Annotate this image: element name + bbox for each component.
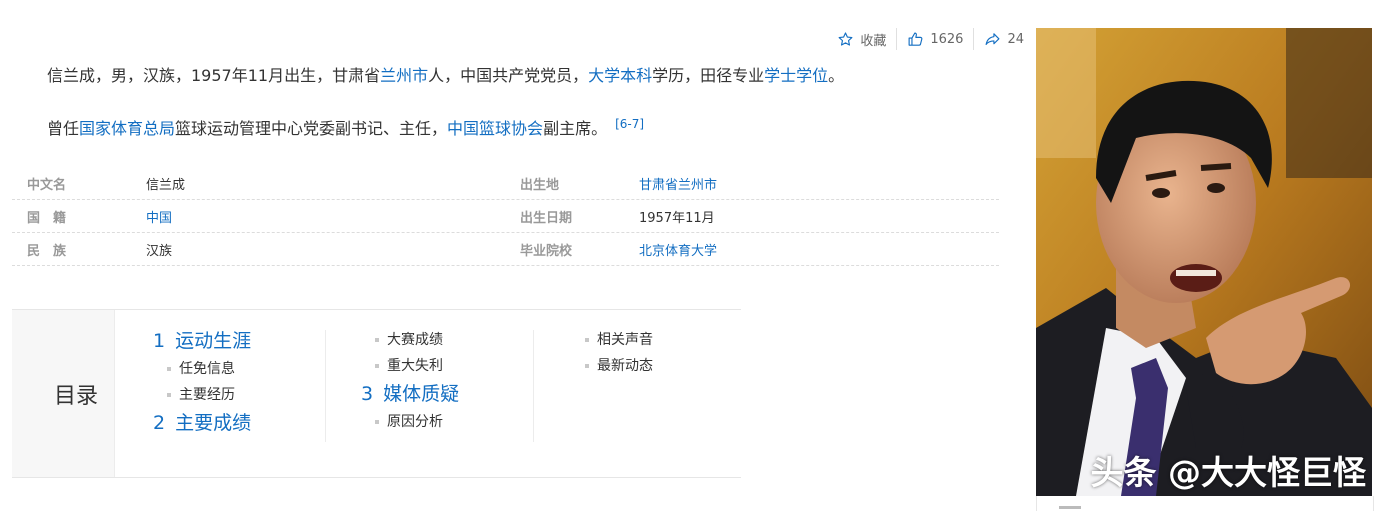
toc-header: 目录	[12, 310, 115, 477]
divider	[896, 28, 898, 50]
summary-text: 篮球运动管理中心党委副书记、主任，	[175, 119, 448, 138]
toc-subitem-label: 相关声音	[597, 332, 653, 348]
toc-title: 目录	[53, 383, 98, 409]
toc-subitem[interactable]: 大赛成绩	[361, 327, 459, 353]
summary-text: 曾任	[47, 119, 80, 138]
summary-text: 学历，田径专业	[652, 66, 765, 85]
toc-section-number: 3	[361, 383, 374, 405]
like-count: 1626	[930, 31, 964, 47]
bullet-icon	[167, 393, 171, 397]
toc-section-number: 2	[153, 412, 166, 434]
toc-subitem[interactable]: 原因分析	[361, 409, 459, 435]
star-icon	[838, 31, 853, 46]
reference-link[interactable]: [6-7]	[615, 117, 644, 131]
bullet-icon	[375, 338, 379, 342]
lemma-summary: 信兰成，男，汉族，1957年11月出生，甘肃省兰州市人，中国共产党党员，大学本科…	[47, 62, 987, 143]
info-row: 中文名 信兰成 出生地 甘肃省兰州市	[12, 167, 999, 200]
toc-subitem-label: 最新动态	[597, 358, 653, 374]
link-chinese-basketball-association[interactable]: 中国篮球协会	[447, 119, 543, 138]
summary-paragraph-2: 曾任国家体育总局篮球运动管理中心党委副书记、主任，中国篮球协会副主席。 [6-7]	[47, 110, 987, 143]
summary-text: 人，中国共产党党员，	[428, 66, 589, 85]
toc-subitem-label: 原因分析	[387, 414, 443, 430]
summary-text: 副主席。	[543, 119, 608, 138]
info-key: 出生日期	[520, 210, 573, 226]
bullet-icon	[167, 367, 171, 371]
toc-subitem[interactable]: 主要经历	[153, 382, 251, 408]
link-lanzhou[interactable]: 兰州市	[380, 66, 428, 85]
link-bachelor-degree-education[interactable]: 大学本科	[588, 66, 652, 85]
info-value-link[interactable]: 北京体育大学	[639, 240, 717, 259]
link-bachelor-degree[interactable]: 学士学位	[764, 66, 828, 85]
toc-subitem-label: 大赛成绩	[387, 332, 443, 348]
info-key: 毕业院校	[520, 243, 573, 259]
toc-section-achievements[interactable]: 2 主要成绩	[153, 408, 251, 438]
person-photo[interactable]: 头条 @大大怪巨怪	[1036, 28, 1372, 496]
divider	[973, 28, 975, 50]
watermark-text: 头条 @大大怪巨怪	[1090, 453, 1367, 492]
share-count: 24	[1007, 31, 1024, 47]
photo-caption-area	[1036, 496, 1374, 511]
info-key: 出生地	[520, 177, 560, 193]
toc-subitem[interactable]: 最新动态	[571, 353, 653, 379]
column-divider	[533, 330, 534, 442]
toc-column-3: 相关声音 最新动态	[571, 327, 653, 379]
toc-column-1: 1 运动生涯 任免信息 主要经历 2 主要成绩	[153, 326, 251, 438]
toc-subitem-label: 重大失利	[387, 358, 443, 374]
toc-section-label: 主要成绩	[175, 412, 252, 434]
toc-section-career[interactable]: 1 运动生涯	[153, 326, 251, 356]
info-value-link[interactable]: 中国	[146, 207, 172, 226]
toc-section-media-questions[interactable]: 3 媒体质疑	[361, 379, 459, 409]
summary-text: 。	[828, 66, 845, 85]
portrait-image	[1036, 28, 1372, 496]
thumbs-up-icon	[908, 32, 923, 46]
info-key: 民 族	[27, 243, 67, 259]
toc-subitem[interactable]: 相关声音	[571, 327, 653, 353]
toc-section-label: 运动生涯	[175, 330, 252, 352]
toc-subitem-label: 任免信息	[179, 361, 235, 377]
table-of-contents: 目录 1 运动生涯 任免信息 主要经历 2 主要成绩 大赛成绩 重大失利 3 媒…	[12, 309, 741, 478]
info-value-link[interactable]: 甘肃省兰州市	[639, 174, 717, 193]
info-key: 国 籍	[27, 210, 67, 226]
bullet-icon	[375, 364, 379, 368]
toc-subitem-label: 主要经历	[179, 387, 235, 403]
bullet-icon	[585, 364, 589, 368]
caption-marker	[1059, 506, 1081, 509]
summary-paragraph-1: 信兰成，男，汉族，1957年11月出生，甘肃省兰州市人，中国共产党党员，大学本科…	[47, 62, 987, 90]
toc-section-label: 媒体质疑	[383, 383, 460, 405]
link-general-administration-of-sport[interactable]: 国家体育总局	[79, 119, 175, 138]
toc-subitem[interactable]: 任免信息	[153, 356, 251, 382]
info-row: 国 籍 中国 出生日期 1957年11月	[12, 200, 999, 233]
share-button[interactable]: 24	[984, 31, 1024, 48]
toc-section-number: 1	[153, 330, 166, 352]
bullet-icon	[585, 338, 589, 342]
action-toolbar: 收藏 1626 24	[837, 27, 1024, 51]
column-divider	[325, 330, 326, 442]
info-key: 中文名	[27, 177, 67, 193]
info-value: 汉族	[146, 243, 173, 259]
info-row: 民 族 汉族 毕业院校 北京体育大学	[12, 233, 999, 266]
bullet-icon	[375, 420, 379, 424]
info-value: 信兰成	[146, 177, 186, 193]
toc-subitem[interactable]: 重大失利	[361, 353, 459, 379]
info-value: 1957年11月	[639, 210, 715, 226]
collect-button[interactable]: 收藏	[837, 30, 886, 49]
share-icon	[986, 32, 1000, 45]
basic-info-table: 中文名 信兰成 出生地 甘肃省兰州市 国 籍 中国 出生日期 1957年11月 …	[12, 167, 999, 266]
toc-body: 1 运动生涯 任免信息 主要经历 2 主要成绩 大赛成绩 重大失利 3 媒体质疑…	[115, 310, 741, 477]
summary-text: 信兰成，男，汉族，1957年11月出生，甘肃省	[47, 66, 381, 85]
toc-column-2: 大赛成绩 重大失利 3 媒体质疑 原因分析	[361, 327, 459, 435]
collect-label: 收藏	[860, 33, 887, 49]
like-button[interactable]: 1626	[907, 31, 963, 48]
